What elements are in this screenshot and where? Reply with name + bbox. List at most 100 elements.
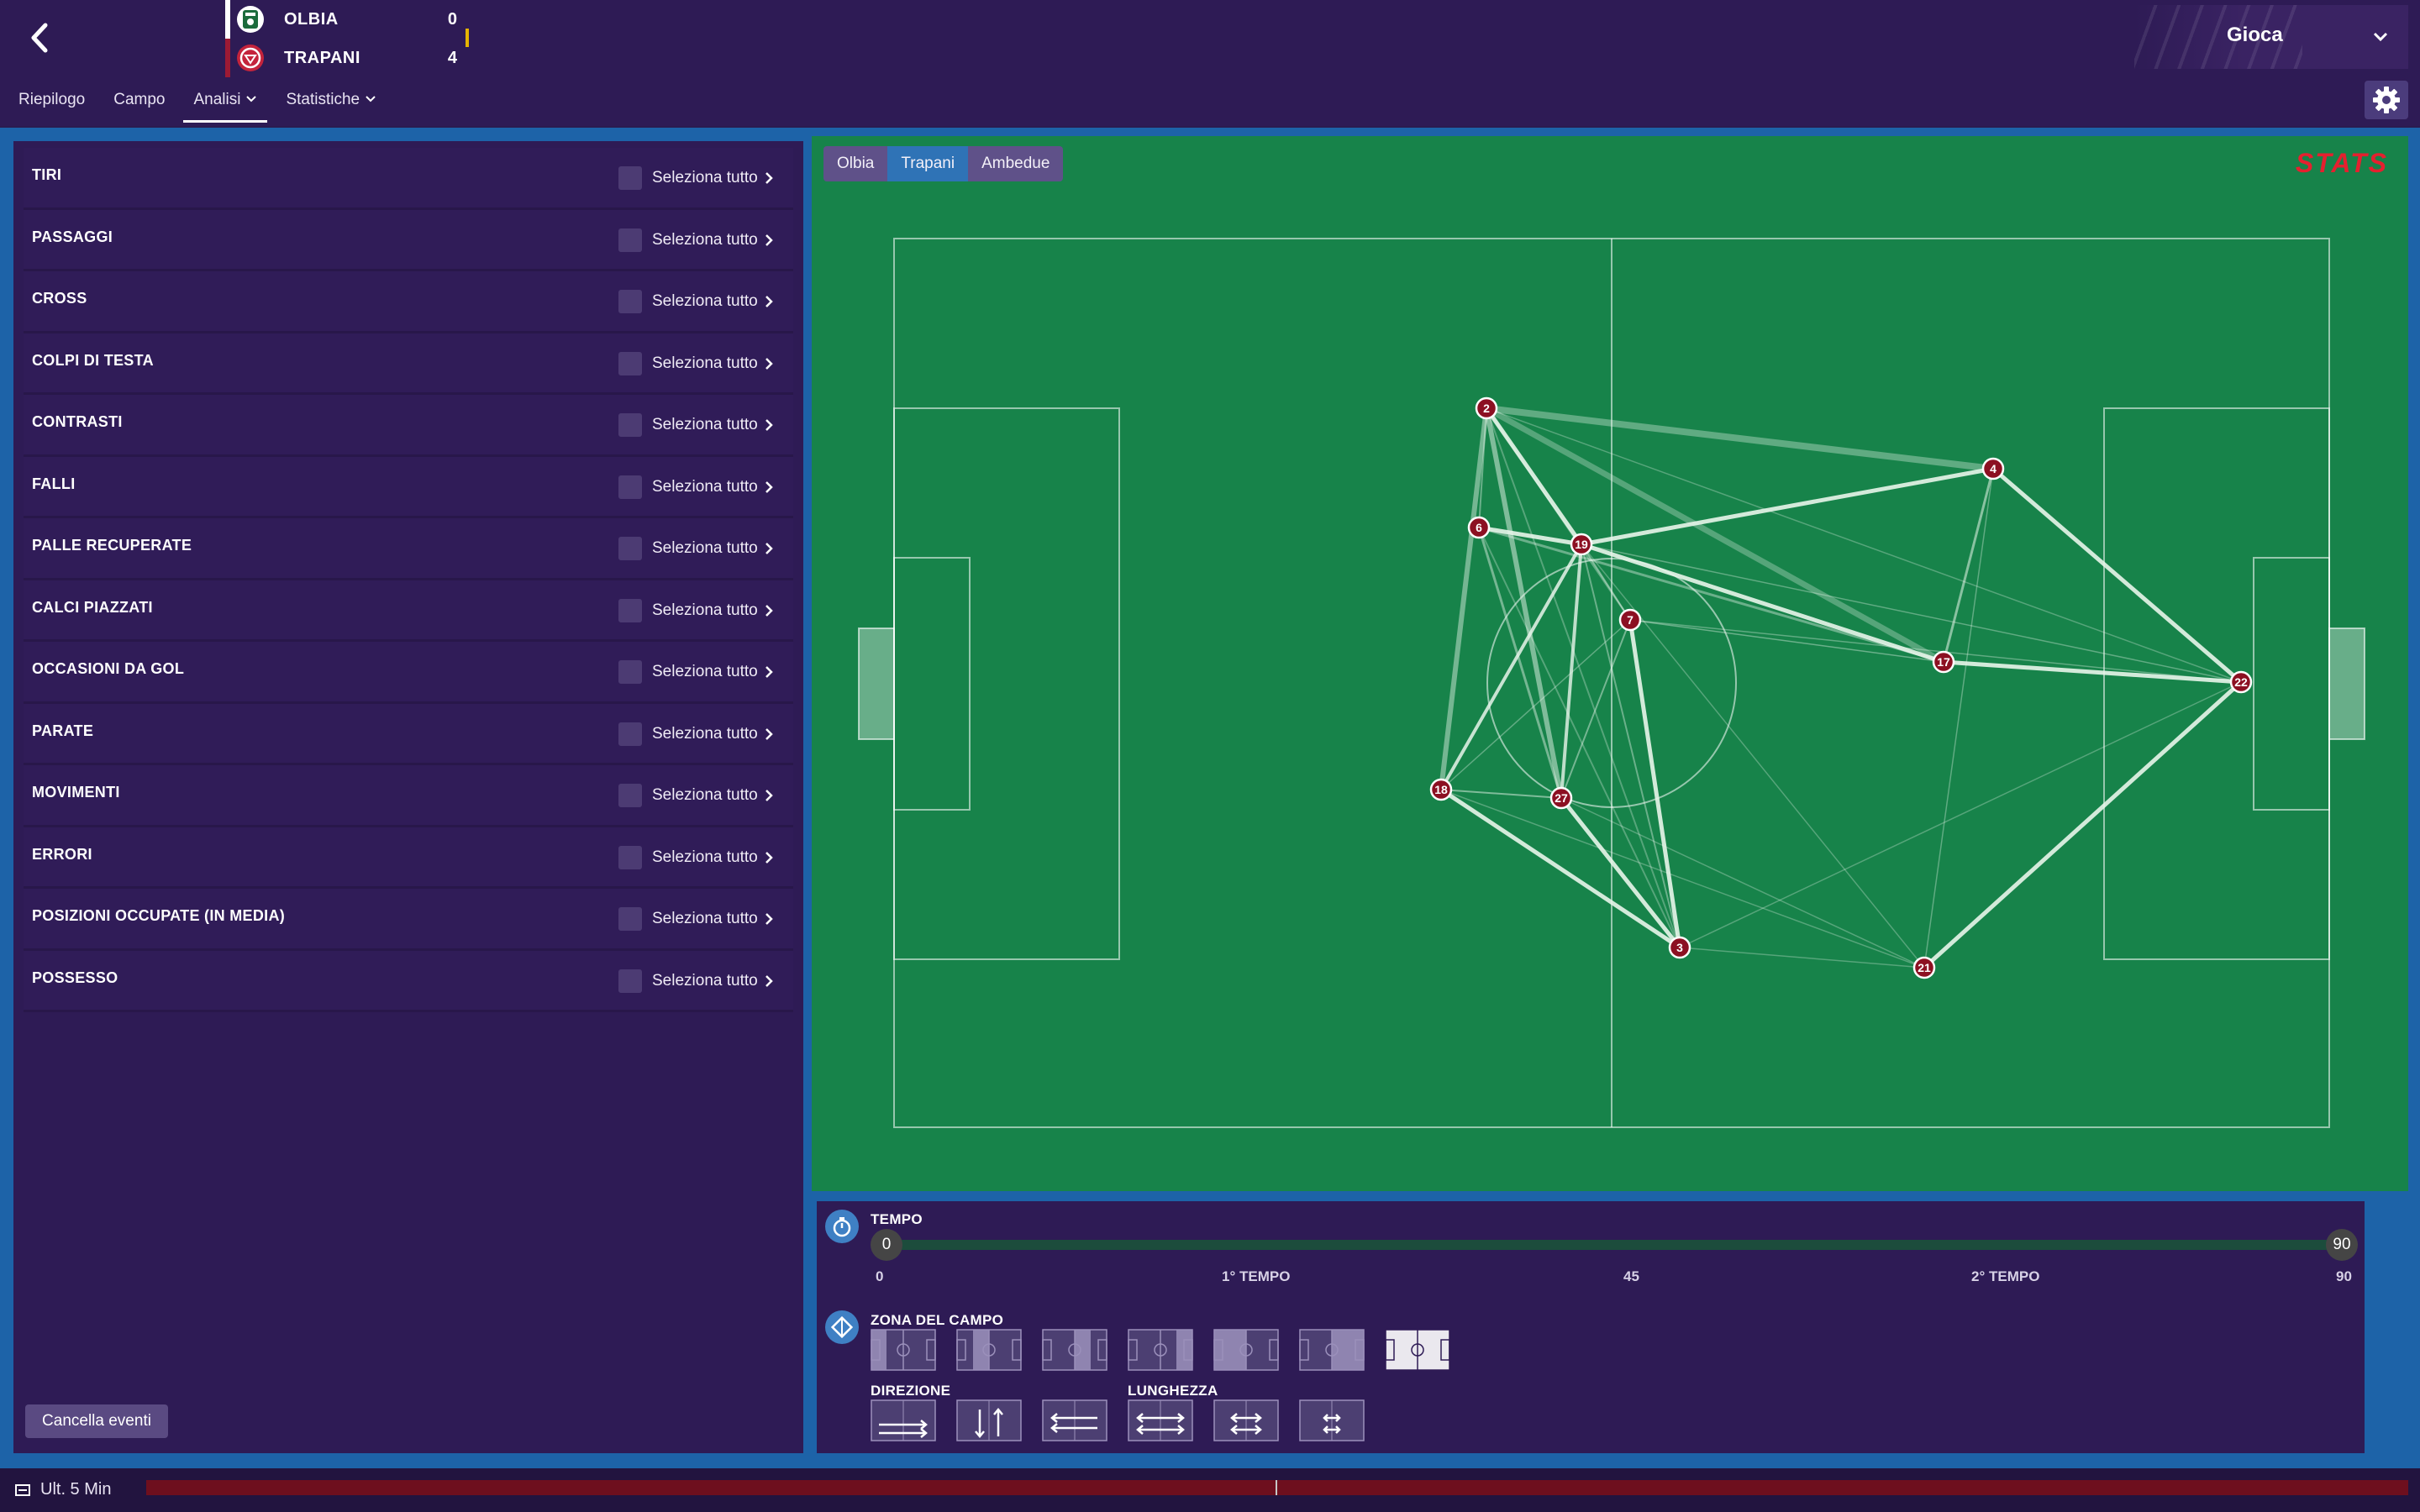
chevron-right-icon[interactable] [763, 727, 775, 742]
category-row[interactable]: ERRORI Seleziona tutto [24, 827, 793, 889]
zone-button[interactable] [1299, 1329, 1365, 1371]
pass-line[interactable] [1679, 681, 2242, 948]
settings-button[interactable] [2365, 81, 2408, 119]
pass-line[interactable] [1628, 617, 1682, 950]
pass-line[interactable] [1629, 619, 1944, 663]
zone-button[interactable] [1213, 1329, 1279, 1371]
category-row[interactable]: CROSS Seleziona tutto [24, 271, 793, 333]
pass-line[interactable] [1942, 467, 1995, 664]
zone-button[interactable] [1042, 1329, 1107, 1371]
direction-button[interactable] [956, 1399, 1022, 1441]
pass-line[interactable] [1477, 526, 1563, 800]
tab-analisi[interactable]: Analisi [183, 84, 268, 123]
player-marker[interactable]: 27 [1549, 786, 1573, 810]
tab-campo[interactable]: Campo [103, 84, 175, 123]
zone-button[interactable] [1128, 1329, 1193, 1371]
chevron-right-icon[interactable] [763, 417, 775, 433]
length-button[interactable] [1213, 1399, 1279, 1441]
pass-line[interactable] [1941, 659, 2244, 685]
category-row[interactable]: PARATE Seleziona tutto [24, 703, 793, 765]
player-marker[interactable]: 21 [1912, 956, 1936, 979]
category-row[interactable]: CALCI PIAZZATI Seleziona tutto [24, 580, 793, 642]
pass-line[interactable] [1477, 526, 1945, 664]
select-all-checkbox[interactable] [618, 598, 642, 622]
chevron-right-icon[interactable] [763, 171, 775, 186]
chevron-right-icon[interactable] [763, 850, 775, 865]
category-row[interactable]: TIRI Seleziona tutto [24, 148, 793, 210]
chevron-right-icon[interactable] [763, 294, 775, 309]
select-all-checkbox[interactable] [618, 722, 642, 746]
select-all-checkbox[interactable] [618, 537, 642, 560]
direction-button[interactable] [1042, 1399, 1107, 1441]
select-all-checkbox[interactable] [618, 907, 642, 931]
time-slider-track[interactable] [884, 1240, 2346, 1250]
pass-line[interactable] [1439, 406, 1489, 792]
zone-button[interactable] [1385, 1329, 1450, 1371]
select-all-checkbox[interactable] [618, 228, 642, 252]
chevron-down-icon[interactable] [2371, 27, 2390, 45]
time-slider-end[interactable]: 90 [2326, 1229, 2358, 1261]
player-marker[interactable]: 6 [1467, 516, 1491, 539]
chevron-right-icon[interactable] [763, 480, 775, 495]
last-5-min-label[interactable]: Ult. 5 Min [40, 1480, 111, 1499]
category-row[interactable]: FALLI Seleziona tutto [24, 456, 793, 518]
pass-line[interactable] [1439, 787, 1682, 950]
chevron-right-icon[interactable] [763, 788, 775, 803]
select-all-checkbox[interactable] [618, 290, 642, 313]
clear-events-button[interactable]: Cancella eventi [25, 1404, 168, 1438]
category-row[interactable]: COLPI DI TESTA Seleziona tutto [24, 333, 793, 395]
chevron-right-icon[interactable] [763, 233, 775, 248]
category-row[interactable]: CONTRASTI Seleziona tutto [24, 395, 793, 457]
player-marker[interactable]: 7 [1618, 608, 1642, 632]
back-button[interactable] [18, 17, 60, 59]
chevron-right-icon[interactable] [763, 974, 775, 989]
pass-line[interactable] [1560, 797, 1925, 969]
toggle-ambedue[interactable]: Ambedue [968, 146, 1064, 181]
chevron-right-icon[interactable] [763, 541, 775, 556]
chevron-right-icon[interactable] [763, 911, 775, 927]
length-button[interactable] [1128, 1399, 1193, 1441]
category-row[interactable]: MOVIMENTI Seleziona tutto [24, 765, 793, 827]
pass-line[interactable] [1923, 468, 1994, 969]
length-button[interactable] [1299, 1399, 1365, 1441]
select-all-checkbox[interactable] [618, 475, 642, 499]
toggle-olbia[interactable]: Olbia [823, 146, 888, 181]
pass-line[interactable] [1483, 405, 1947, 665]
player-marker[interactable]: 3 [1668, 936, 1691, 959]
category-row[interactable]: POSSESSO Seleziona tutto [24, 950, 793, 1012]
pass-line[interactable] [1991, 466, 2244, 685]
select-all-checkbox[interactable] [618, 969, 642, 993]
select-all-checkbox[interactable] [618, 660, 642, 684]
chevron-right-icon[interactable] [763, 664, 775, 680]
player-marker[interactable]: 22 [2229, 670, 2253, 694]
select-all-checkbox[interactable] [618, 351, 642, 375]
zone-button[interactable] [956, 1329, 1022, 1371]
pass-line[interactable] [1581, 543, 2242, 683]
toggle-trapani[interactable]: Trapani [887, 146, 969, 181]
match-timeline[interactable] [146, 1480, 2408, 1495]
tab-statistiche[interactable]: Statistiche [276, 84, 387, 123]
pass-line[interactable] [1579, 466, 1996, 547]
pass-line[interactable] [1439, 543, 1583, 791]
pass-line[interactable] [1922, 680, 2244, 970]
tab-riepilogo[interactable]: Riepilogo [8, 84, 95, 123]
player-marker[interactable]: 4 [1981, 457, 2005, 480]
pass-line[interactable] [1486, 407, 2242, 683]
zone-button[interactable] [871, 1329, 936, 1371]
time-slider-start[interactable]: 0 [871, 1229, 902, 1261]
chevron-right-icon[interactable] [763, 356, 775, 371]
category-row[interactable]: OCCASIONI DA GOL Seleziona tutto [24, 642, 793, 704]
pass-line[interactable] [1560, 543, 1583, 800]
select-all-checkbox[interactable] [618, 413, 642, 437]
category-row[interactable]: POSIZIONI OCCUPATE (IN MEDIA) Seleziona t… [24, 889, 793, 951]
player-marker[interactable]: 17 [1932, 650, 1955, 674]
select-all-checkbox[interactable] [618, 845, 642, 869]
play-button[interactable]: Gioca [2134, 5, 2408, 69]
player-marker[interactable]: 18 [1429, 778, 1453, 801]
pass-line[interactable] [1483, 405, 1996, 472]
player-marker[interactable]: 19 [1570, 533, 1593, 556]
direction-button[interactable] [871, 1399, 936, 1441]
select-all-checkbox[interactable] [618, 784, 642, 807]
category-row[interactable]: PASSAGGI Seleziona tutto [24, 209, 793, 271]
pass-line[interactable] [1629, 619, 2242, 683]
